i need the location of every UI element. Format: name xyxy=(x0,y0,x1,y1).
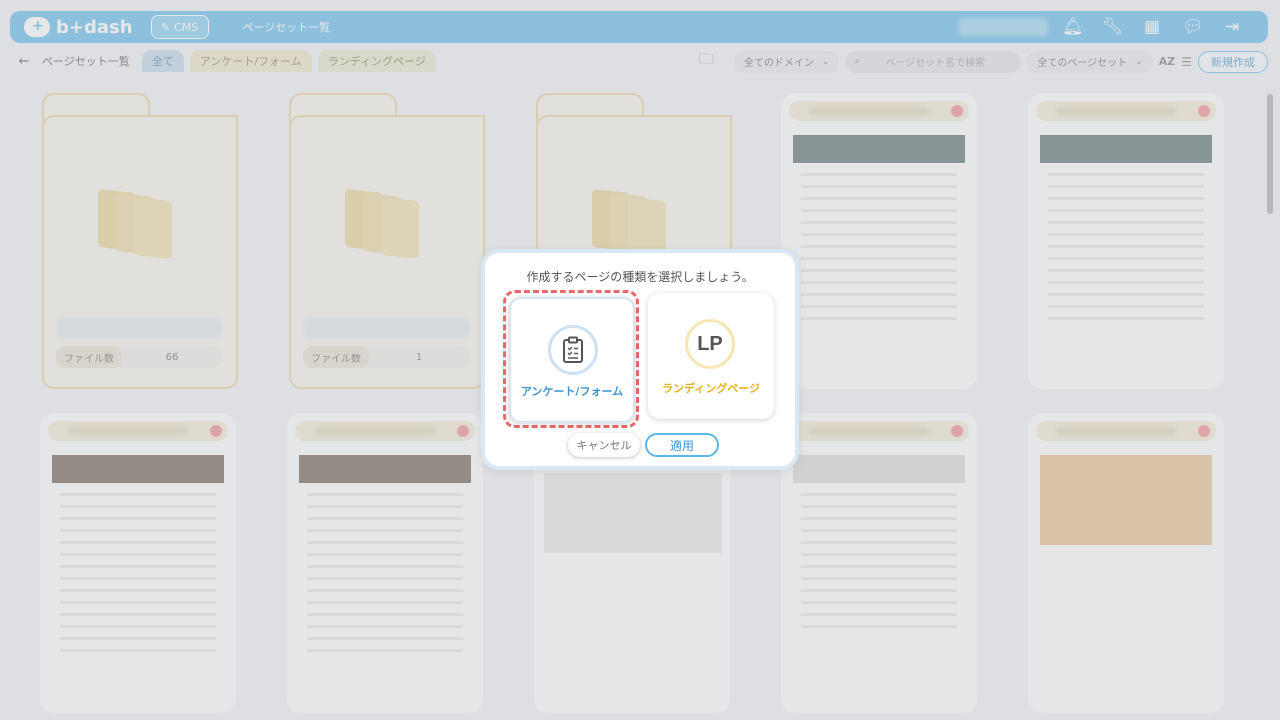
clipboard-icon xyxy=(548,325,598,375)
lp-icon-text: LP xyxy=(697,332,723,355)
option-form[interactable]: アンケート/フォーム xyxy=(509,297,635,423)
modal-title: 作成するページの種類を選択しましょう。 xyxy=(526,270,754,284)
cancel-button[interactable]: キャンセル xyxy=(568,433,640,457)
page-type-modal: 作成するページの種類を選択しましょう。 アンケート/フォーム LP ランディング… xyxy=(481,249,799,470)
option-lp-label: ランディングページ xyxy=(661,382,760,395)
apply-button[interactable]: 適用 xyxy=(645,433,719,457)
option-landing-page[interactable]: LP ランディングページ xyxy=(648,293,774,419)
option-form-label: アンケート/フォーム xyxy=(520,385,624,398)
lp-icon: LP xyxy=(685,319,735,369)
